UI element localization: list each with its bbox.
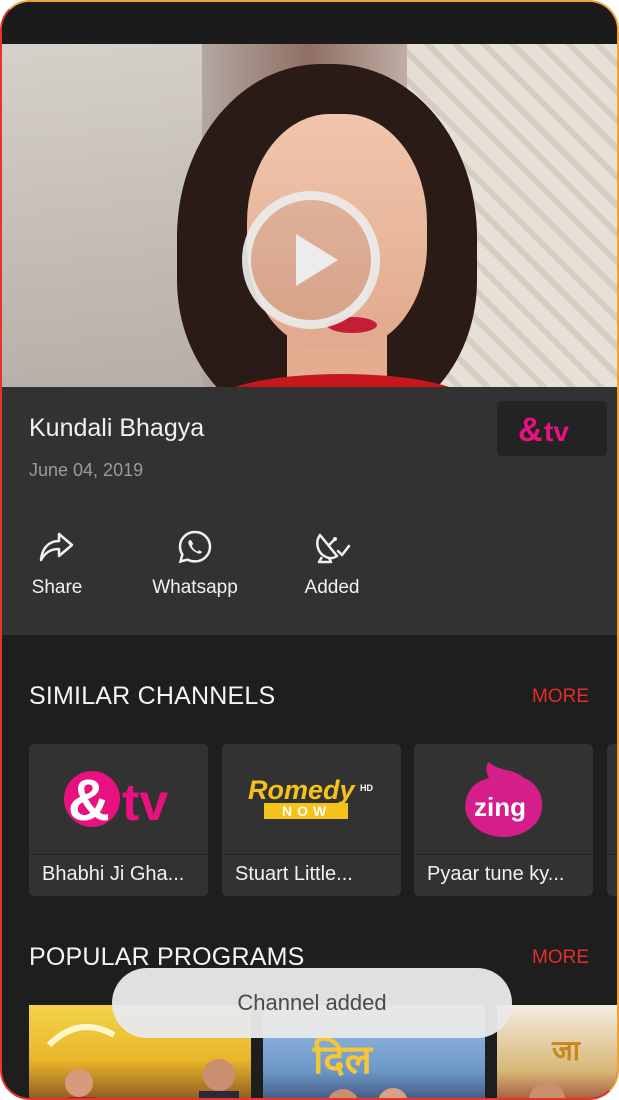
channel-card-name: Stuart Little... xyxy=(235,863,353,885)
app-screen: Kundali Bhagya June 04, 2019 & tv Share xyxy=(0,0,619,1100)
whatsapp-button[interactable]: Whatsapp xyxy=(140,527,250,599)
svg-text:दिल: दिल xyxy=(312,1036,374,1083)
channel-card-partial[interactable] xyxy=(607,744,617,896)
svg-text:जा: जा xyxy=(551,1034,582,1067)
channel-card-name: Bhabhi Ji Gha... xyxy=(42,863,185,885)
play-icon xyxy=(296,234,338,286)
svg-text:NOW: NOW xyxy=(282,803,331,819)
whatsapp-label: Whatsapp xyxy=(152,577,238,598)
andtv-logo-icon: & tv xyxy=(518,411,569,449)
svg-text:&: & xyxy=(518,411,543,449)
play-button[interactable] xyxy=(242,191,380,329)
andtv-logo-icon: & tv xyxy=(63,768,168,833)
share-button[interactable]: Share xyxy=(2,527,112,599)
whatsapp-icon xyxy=(178,530,212,564)
satellite-dish-check-icon xyxy=(316,533,351,564)
video-date: June 04, 2019 xyxy=(29,460,144,480)
added-button[interactable]: Added xyxy=(277,527,387,599)
added-label: Added xyxy=(304,577,360,598)
channel-logo-andtv[interactable]: & tv xyxy=(497,401,607,456)
action-bar: Share Whatsapp Added xyxy=(2,527,617,607)
video-info-panel: Kundali Bhagya June 04, 2019 & tv Share xyxy=(2,387,617,635)
svg-text:tv: tv xyxy=(544,416,569,447)
channel-card[interactable]: Romedy HD NOW Stuart Little... xyxy=(222,744,401,896)
channel-card[interactable]: zing Pyaar tune ky... xyxy=(414,744,593,896)
svg-text:zing: zing xyxy=(474,792,526,822)
status-bar xyxy=(2,2,617,44)
video-title: Kundali Bhagya xyxy=(29,414,205,442)
svg-text:Romedy: Romedy xyxy=(248,775,357,805)
popular-programs-more-link[interactable]: MORE xyxy=(532,947,589,969)
video-player[interactable] xyxy=(2,44,617,387)
svg-text:&: & xyxy=(68,768,110,833)
channel-card[interactable]: & tv Bhabhi Ji Gha... xyxy=(29,744,208,896)
share-icon xyxy=(39,532,74,562)
share-label: Share xyxy=(31,577,83,598)
channel-card-name: Pyaar tune ky... xyxy=(427,863,565,885)
program-thumbnail[interactable]: जा xyxy=(497,1005,617,1098)
romedy-now-logo-icon: Romedy HD NOW xyxy=(248,775,373,819)
similar-channels-more-link[interactable]: MORE xyxy=(532,686,589,708)
similar-channels-heading: SIMILAR CHANNELS xyxy=(29,682,276,710)
svg-text:tv: tv xyxy=(122,774,168,832)
svg-text:HD: HD xyxy=(360,783,373,793)
zing-logo-icon: zing xyxy=(464,762,542,838)
toast-notification: Channel added xyxy=(112,968,512,1038)
